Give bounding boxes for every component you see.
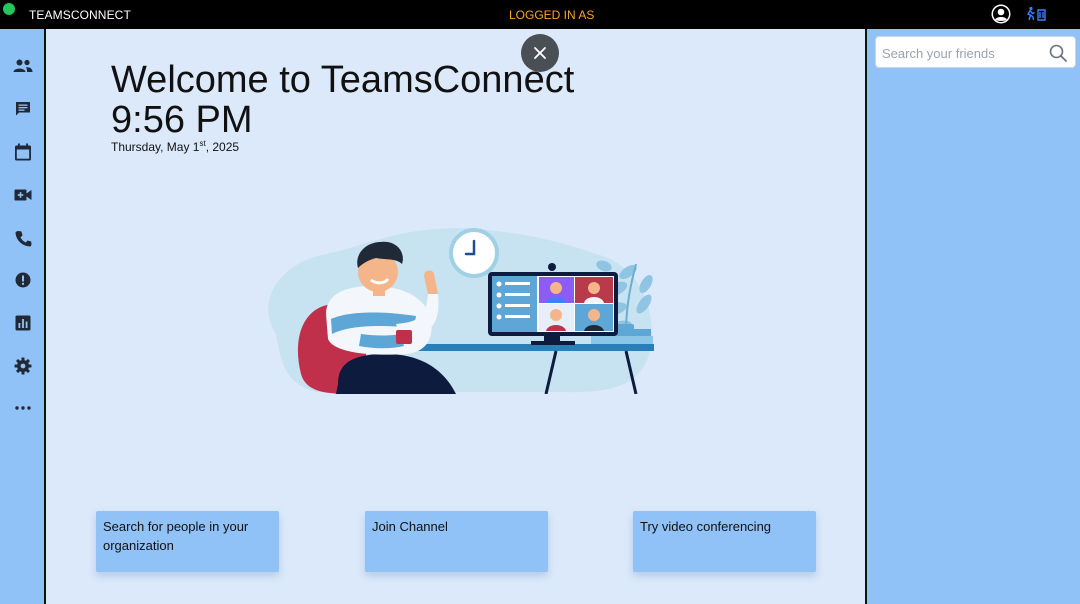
close-icon xyxy=(534,47,546,59)
sidebar-item-meetings[interactable] xyxy=(12,184,34,206)
status-dot-icon xyxy=(3,3,15,15)
settings-icon xyxy=(14,357,32,375)
date-text: Thursday, May 1 xyxy=(111,140,200,154)
calendar-icon xyxy=(15,143,31,161)
sidebar-item-teams[interactable] xyxy=(12,55,34,77)
user-avatar-icon[interactable] xyxy=(991,4,1011,24)
top-bar: TEAMSCONNECT LOGGED IN AS xyxy=(0,0,1080,29)
sidebar-item-more[interactable] xyxy=(12,397,34,419)
sidebar-item-activity[interactable] xyxy=(12,269,34,291)
friends-panel xyxy=(865,29,1080,604)
logout-icon[interactable] xyxy=(1024,6,1048,22)
people-icon xyxy=(13,59,33,72)
sidebar xyxy=(0,29,46,604)
video-call-icon xyxy=(14,189,32,201)
main-content: Welcome to TeamsConnect 9:56 PM Thursday… xyxy=(48,29,865,604)
search-icon[interactable] xyxy=(1049,44,1067,62)
logged-in-label: LOGGED IN AS xyxy=(509,8,595,22)
chat-icon xyxy=(16,102,30,116)
current-date: Thursday, May 1st, 2025 xyxy=(111,139,239,154)
friend-search-input[interactable] xyxy=(882,43,1042,63)
more-icon xyxy=(15,406,31,410)
sidebar-item-calls[interactable] xyxy=(12,227,34,249)
current-time: 9:56 PM xyxy=(111,99,253,141)
sidebar-item-analytics[interactable] xyxy=(12,312,34,334)
friend-search-box xyxy=(875,36,1076,68)
app-title: TEAMSCONNECT xyxy=(29,8,131,22)
card-join-channel[interactable]: Join Channel xyxy=(365,511,548,572)
sidebar-item-calendar[interactable] xyxy=(12,141,34,163)
phone-icon xyxy=(15,230,31,246)
date-year: , 2025 xyxy=(205,140,240,154)
alert-icon xyxy=(15,272,31,288)
card-search-people[interactable]: Search for people in your organization xyxy=(96,511,279,572)
welcome-heading: Welcome to TeamsConnect xyxy=(111,59,575,101)
card-video-conferencing[interactable]: Try video conferencing xyxy=(633,511,816,572)
sidebar-item-chat[interactable] xyxy=(12,98,34,120)
analytics-icon xyxy=(15,315,31,331)
sidebar-item-settings[interactable] xyxy=(12,355,34,377)
video-conference-illustration xyxy=(268,228,654,394)
